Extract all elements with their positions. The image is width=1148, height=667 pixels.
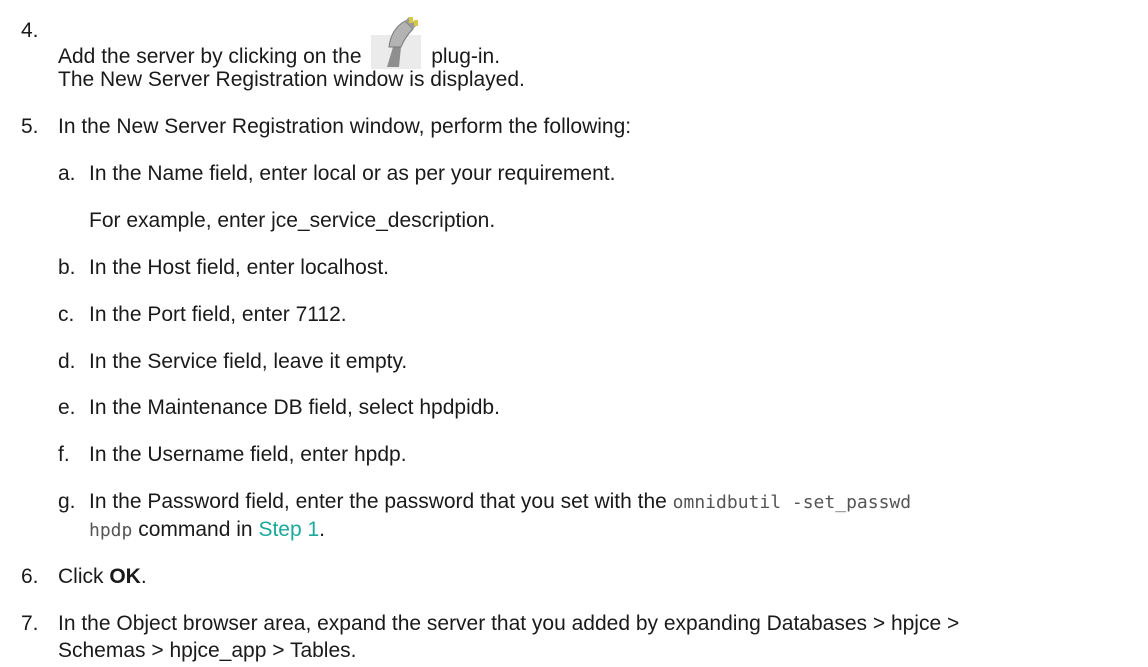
substep-g-text: In the Password field, enter the passwor… bbox=[89, 488, 911, 517]
substep-letter: f. bbox=[58, 443, 70, 466]
substep-letter: b. bbox=[58, 256, 76, 279]
substep-a-subtext: For example, enter jce_service_descripti… bbox=[89, 209, 496, 232]
step-6-text: Click OK. bbox=[58, 563, 147, 591]
substep-f-text: In the Username field, enter hpdp. bbox=[89, 443, 407, 466]
step-number: 4. bbox=[21, 19, 39, 42]
substep-g-text-end: . bbox=[319, 518, 325, 541]
substep-d-text: In the Service field, leave it empty. bbox=[89, 350, 408, 373]
substep-letter: a. bbox=[58, 162, 76, 185]
step-5-text: In the New Server Registration window, p… bbox=[58, 115, 632, 138]
substep-letter: e. bbox=[58, 396, 76, 419]
substep-g-text-mid: command in bbox=[138, 518, 253, 541]
step-number: 7. bbox=[21, 612, 39, 635]
step-7-line1: In the Object browser area, expand the s… bbox=[58, 612, 960, 635]
substep-a-text: In the Name field, enter local or as per… bbox=[89, 162, 616, 185]
substep-letter: c. bbox=[58, 303, 75, 326]
step-6-text-after: . bbox=[140, 565, 147, 588]
plug-in-icon bbox=[371, 17, 422, 69]
step-6-text-before: Click bbox=[58, 565, 104, 588]
substep-g-line2: hpdp command in Step 1. bbox=[89, 516, 325, 545]
substep-letter: d. bbox=[58, 350, 76, 373]
step-4-subtext: The New Server Registration window is di… bbox=[58, 68, 525, 91]
substep-c-text: In the Port field, enter 7112. bbox=[89, 303, 347, 326]
step-number: 6. bbox=[21, 565, 39, 588]
step-4-text: Add the server by clicking on the plug-i… bbox=[58, 17, 500, 71]
step-number: 5. bbox=[21, 115, 39, 138]
step-7-line2: Schemas > hpjce_app > Tables. bbox=[58, 639, 357, 662]
step-4-text-before: Add the server by clicking on the bbox=[58, 45, 362, 68]
command-code: omnidbutil -set_passwd bbox=[672, 492, 912, 513]
ok-label: OK bbox=[109, 565, 141, 588]
command-code-cont: hpdp bbox=[89, 520, 133, 541]
step-1-link[interactable]: Step 1 bbox=[258, 518, 319, 541]
substep-b-text: In the Host field, enter localhost. bbox=[89, 256, 389, 279]
substep-e-text: In the Maintenance DB field, select hpdp… bbox=[89, 396, 500, 419]
substep-g-text-before: In the Password field, enter the passwor… bbox=[89, 490, 667, 513]
step-4-text-after: plug-in. bbox=[431, 45, 501, 68]
substep-letter: g. bbox=[58, 490, 76, 513]
